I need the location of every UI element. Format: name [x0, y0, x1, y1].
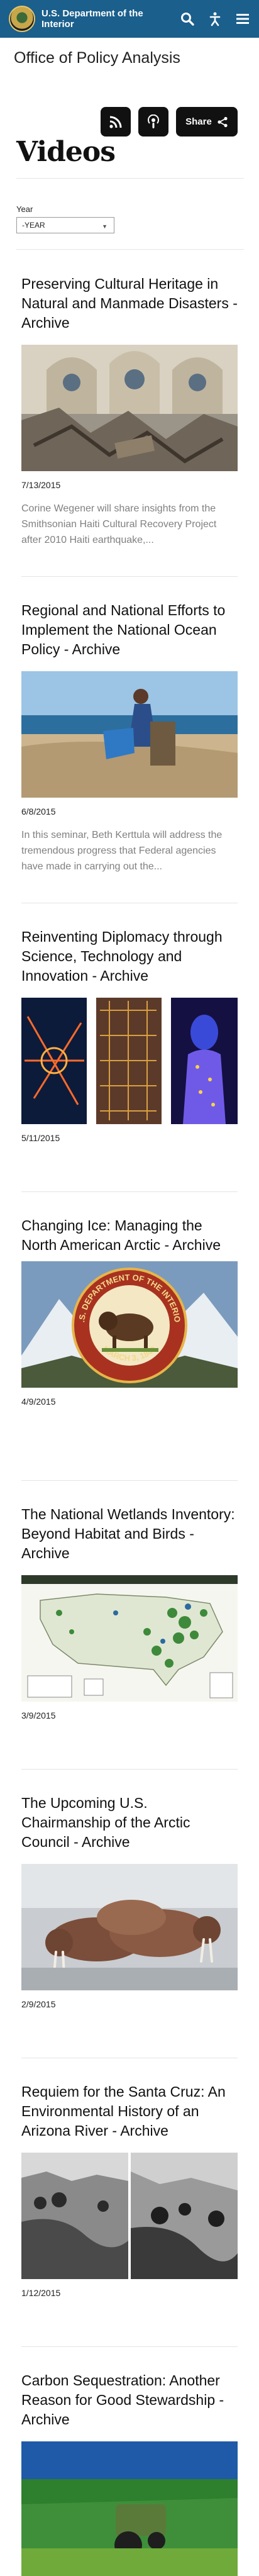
- card-divider: [21, 1191, 238, 1192]
- share-button[interactable]: Share: [176, 107, 238, 137]
- video-description: Corine Wegener will share insights from …: [21, 503, 217, 545]
- rss-button[interactable]: [101, 107, 131, 137]
- podcast-icon: [148, 114, 159, 128]
- accessibility-icon[interactable]: [207, 11, 223, 26]
- rss-icon: [109, 116, 122, 128]
- video-card: Changing Ice: Managing the North America…: [21, 1216, 238, 1455]
- year-select[interactable]: -YEAR ▼: [16, 217, 114, 233]
- office-title[interactable]: Office of Policy Analysis: [14, 49, 180, 67]
- video-date: 6/8/2015: [21, 806, 56, 817]
- video-title[interactable]: The National Wetlands Inventory: Beyond …: [21, 1505, 238, 1563]
- agency-name[interactable]: U.S. Department of the Interior: [41, 8, 161, 30]
- video-title[interactable]: Changing Ice: Managing the North America…: [21, 1216, 238, 1255]
- video-title[interactable]: Carbon Sequestration: Another Reason for…: [21, 2371, 238, 2429]
- video-title[interactable]: Requiem for the Santa Cruz: An Environme…: [21, 2082, 238, 2141]
- video-thumbnail[interactable]: [21, 2441, 238, 2576]
- video-date: 5/11/2015: [21, 1133, 60, 1143]
- video-thumbnail[interactable]: U.S. DEPARTMENT OF THE INTERIOR MARCH 3,…: [21, 1261, 238, 1388]
- video-date: 3/9/2015: [21, 1710, 56, 1720]
- video-description: In this seminar, Beth Kerttula will addr…: [21, 830, 223, 872]
- video-title[interactable]: Preserving Cultural Heritage in Natural …: [21, 274, 238, 333]
- video-thumbnail[interactable]: [21, 345, 238, 471]
- video-card: Requiem for the Santa Cruz: An Environme…: [21, 2082, 238, 2321]
- action-buttons: Share: [101, 107, 238, 137]
- video-card: Preserving Cultural Heritage in Natural …: [21, 274, 238, 564]
- filter-divider: [16, 249, 244, 250]
- doi-seal-logo[interactable]: [9, 6, 35, 32]
- year-filter-label: Year: [16, 204, 33, 214]
- page-title: Videos: [16, 136, 116, 168]
- title-divider: [16, 178, 244, 179]
- card-divider: [21, 1769, 238, 1770]
- share-label: Share: [185, 116, 212, 127]
- video-title[interactable]: Regional and National Efforts to Impleme…: [21, 601, 238, 659]
- video-card: The National Wetlands Inventory: Beyond …: [21, 1505, 238, 1744]
- video-thumbnail[interactable]: [21, 998, 238, 1124]
- chevron-down-icon: ▼: [102, 223, 107, 230]
- year-select-value: -YEAR: [22, 221, 45, 230]
- hamburger-menu-icon[interactable]: [235, 11, 250, 26]
- card-divider: [21, 1480, 238, 1481]
- share-icon: [218, 116, 228, 127]
- video-thumbnail[interactable]: [21, 671, 238, 798]
- card-divider: [21, 2346, 238, 2347]
- video-card: The Upcoming U.S. Chairmanship of the Ar…: [21, 1793, 238, 2032]
- video-date: 1/12/2015: [21, 2288, 61, 2298]
- video-date: 4/9/2015: [21, 1397, 56, 1407]
- podcast-button[interactable]: [138, 107, 168, 137]
- video-date: 7/13/2015: [21, 480, 61, 490]
- video-thumbnail[interactable]: [21, 1864, 238, 1990]
- video-thumbnail[interactable]: [21, 2153, 238, 2279]
- header-icons: [180, 11, 250, 26]
- video-title[interactable]: The Upcoming U.S. Chairmanship of the Ar…: [21, 1793, 238, 1852]
- video-card: Regional and National Efforts to Impleme…: [21, 601, 238, 890]
- video-date: 2/9/2015: [21, 1999, 56, 2009]
- video-title[interactable]: Reinventing Diplomacy through Science, T…: [21, 927, 238, 986]
- video-card: Carbon Sequestration: Another Reason for…: [21, 2371, 238, 2576]
- site-header: U.S. Department of the Interior: [0, 0, 259, 38]
- video-card: Reinventing Diplomacy through Science, T…: [21, 927, 238, 1166]
- search-icon[interactable]: [180, 11, 195, 26]
- card-divider: [21, 576, 238, 577]
- video-thumbnail[interactable]: [21, 1575, 238, 1702]
